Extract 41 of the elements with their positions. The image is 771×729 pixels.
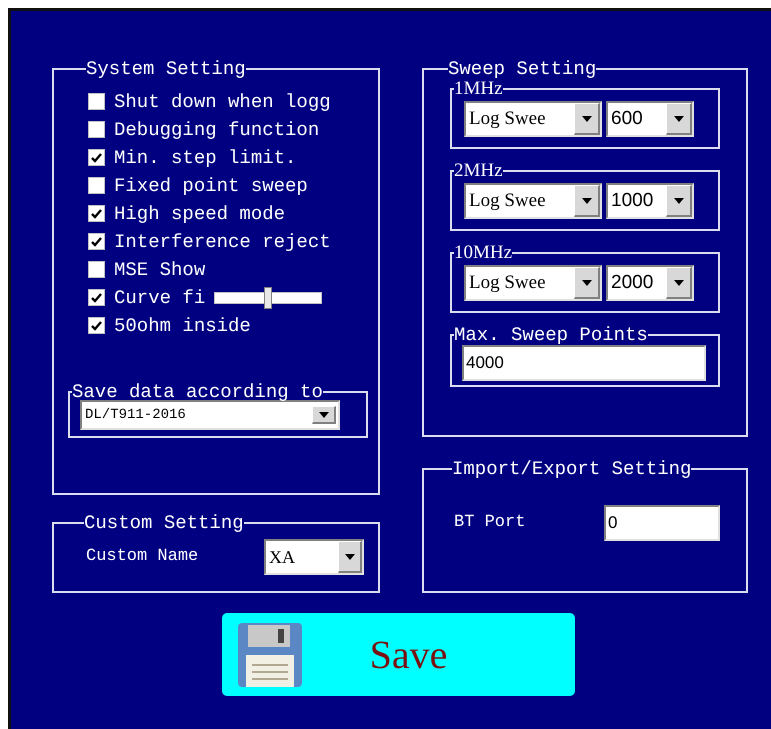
checkbox[interactable]: [88, 121, 105, 138]
option-label: Debugging function: [114, 120, 320, 140]
checkbox[interactable]: [88, 149, 105, 166]
slider-thumb[interactable]: [264, 286, 272, 308]
dropdown[interactable]: DL/T911-2016: [80, 400, 340, 430]
group-title: Max. Sweep Points: [454, 325, 648, 345]
dropdown[interactable]: 600: [606, 101, 694, 137]
checkbox[interactable]: [88, 289, 105, 306]
checkbox[interactable]: [88, 317, 105, 334]
group-title: Import/Export Setting: [452, 459, 692, 479]
option-label: High speed mode: [114, 204, 286, 224]
group-title: Save data according to: [72, 382, 323, 402]
option-label: Fixed point sweep: [114, 176, 308, 196]
option-label: Min. step limit.: [114, 148, 296, 168]
checkbox[interactable]: [88, 93, 105, 110]
option-label: Shut down when logg: [114, 92, 331, 112]
group-title: Custom Setting: [84, 513, 244, 533]
checkbox[interactable]: [88, 205, 105, 222]
group-title: 10MHz: [454, 243, 512, 263]
dropdown[interactable]: 1000: [606, 183, 694, 219]
field-label: BT Port: [454, 512, 526, 534]
dropdown[interactable]: Log Swee: [464, 183, 602, 219]
option-label: Curve fi: [114, 288, 206, 308]
group-title: Sweep Setting: [448, 59, 596, 79]
dropdown[interactable]: XA: [264, 539, 364, 575]
checkbox[interactable]: [88, 261, 105, 278]
dropdown[interactable]: Log Swee: [464, 265, 602, 301]
text-field[interactable]: 0: [604, 505, 720, 541]
group-title: 1MHz: [454, 79, 503, 99]
option-label: MSE Show: [114, 260, 206, 280]
dropdown[interactable]: Log Swee: [464, 101, 602, 137]
text-field[interactable]: 4000: [462, 345, 706, 381]
option-label: Interference reject: [114, 232, 331, 252]
group-title: System Setting: [86, 59, 246, 79]
checkbox[interactable]: [88, 233, 105, 250]
save-button[interactable]: Save: [222, 613, 575, 696]
checkbox[interactable]: [88, 177, 105, 194]
option-label: 50ohm inside: [114, 316, 251, 336]
field-label: Custom Name: [86, 546, 200, 568]
group-title: 2MHz: [454, 161, 503, 181]
dropdown[interactable]: 2000: [606, 265, 694, 301]
